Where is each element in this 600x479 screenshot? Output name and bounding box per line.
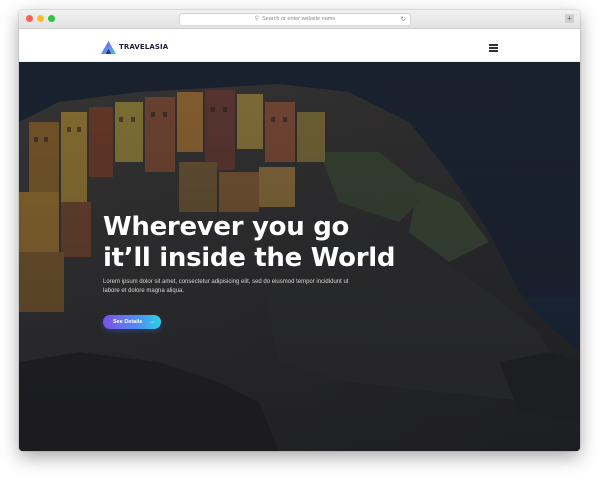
browser-titlebar: ⚲ Search or enter website name ↻ + (19, 10, 580, 29)
address-placeholder: Search or enter website name (262, 16, 336, 22)
see-details-label: See Details (113, 319, 143, 325)
hero-title-line-1: Wherever you go (103, 212, 350, 242)
site-navbar: TRAVELASIA (19, 29, 580, 62)
minimize-window-button[interactable] (37, 15, 44, 22)
browser-window: ⚲ Search or enter website name ↻ + TRAVEL… (19, 10, 580, 451)
triangle-logo-icon[interactable] (101, 41, 116, 54)
arrow-right-icon: → (149, 319, 155, 325)
hero-section: Wherever you go it’ll inside the World L… (19, 62, 580, 451)
hero-title-line-2: it’ll inside the World (103, 243, 396, 273)
see-details-button[interactable]: See Details → (103, 315, 161, 329)
reload-icon[interactable]: ↻ (401, 14, 406, 25)
new-tab-button[interactable]: + (565, 14, 574, 23)
maximize-window-button[interactable] (48, 15, 55, 22)
hero-description: Lorem ipsum dolor sit amet, consectetur … (103, 279, 349, 294)
brand-name[interactable]: TRAVELASIA (119, 43, 168, 51)
hero-title: Wherever you go it’ll inside the World (103, 212, 395, 274)
hamburger-menu-icon[interactable] (489, 44, 498, 52)
close-window-button[interactable] (26, 15, 33, 22)
search-icon: ⚲ (254, 16, 260, 22)
address-bar[interactable]: ⚲ Search or enter website name ↻ (179, 13, 411, 26)
